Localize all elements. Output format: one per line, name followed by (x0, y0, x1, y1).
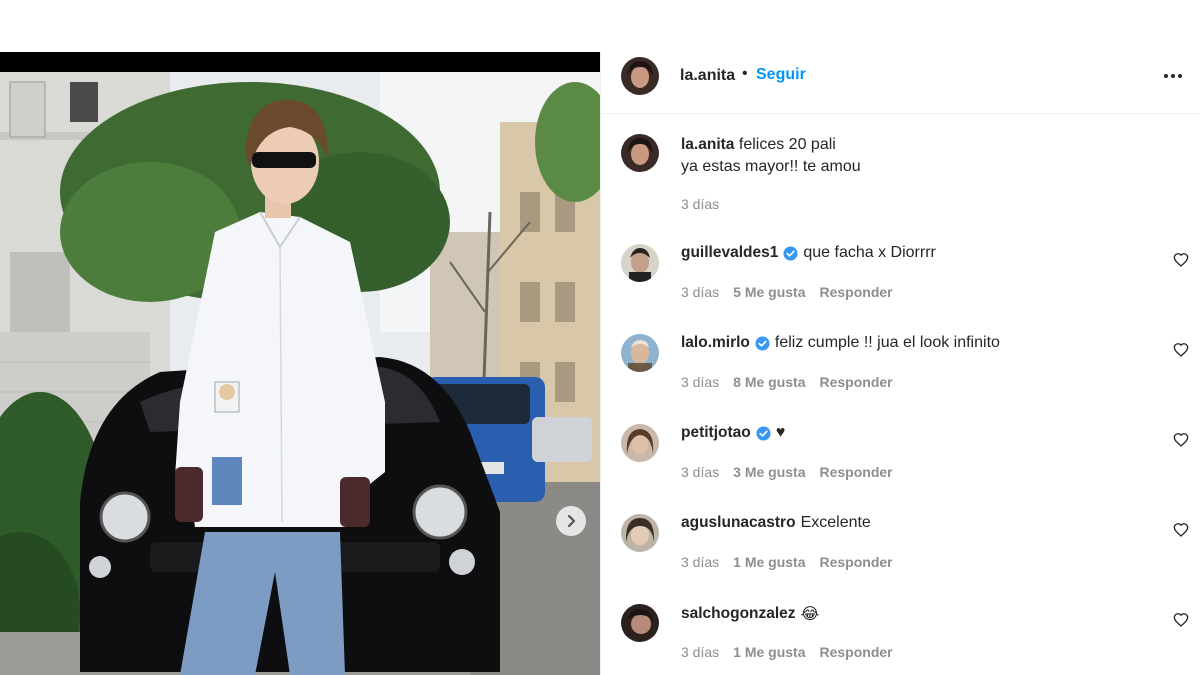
more-options-button[interactable] (1161, 64, 1185, 88)
comment-likes[interactable]: 3 Me gusta (733, 464, 805, 480)
comment-username[interactable]: salchogonzalez (681, 605, 796, 623)
reply-button[interactable]: Responder (820, 644, 893, 660)
comment-meta: 3 días 1 Me gusta Responder (681, 644, 893, 660)
commenter-avatar-image (621, 514, 659, 552)
comment-timestamp[interactable]: 3 días (681, 554, 719, 570)
comment-text: ♥ (775, 424, 786, 441)
comment-meta: 3 días 5 Me gusta Responder (681, 284, 893, 300)
post-photo-panel (0, 52, 600, 675)
like-heart-icon[interactable] (1173, 612, 1189, 628)
avatar[interactable] (621, 514, 659, 552)
caption-timestamp[interactable]: 3 días (681, 196, 719, 212)
avatar[interactable] (621, 604, 659, 642)
like-heart-icon[interactable] (1173, 522, 1189, 538)
comment-username[interactable]: guillevaldes1 (681, 244, 778, 262)
comment-timestamp[interactable]: 3 días (681, 284, 719, 300)
comment-text: 😂 (800, 606, 820, 623)
comment-timestamp[interactable]: 3 días (681, 374, 719, 390)
comment-meta: 3 días 8 Me gusta Responder (681, 374, 893, 390)
author-username[interactable]: la.anita (680, 67, 735, 85)
comment-text: que facha x Diorrrr (803, 244, 936, 261)
verified-badge-icon (756, 425, 771, 441)
author-avatar-image (621, 57, 659, 95)
comment-meta: 3 días 3 Me gusta Responder (681, 464, 893, 480)
verified-badge-icon (783, 245, 798, 261)
avatar[interactable] (621, 334, 659, 372)
follow-button[interactable]: Seguir (756, 66, 806, 84)
photo-letterbox-bar (0, 52, 600, 72)
comment-item: salchogonzalez 😂 3 días 1 Me gusta Respo… (601, 602, 1200, 675)
comment-item: lalo.mirlo feliz cumple !! jua el look i… (601, 332, 1200, 412)
comment-timestamp[interactable]: 3 días (681, 464, 719, 480)
comment-item: aguslunacastro Excelente 3 días 1 Me gus… (601, 512, 1200, 592)
reply-button[interactable]: Responder (820, 464, 893, 480)
comment-meta: 3 días 1 Me gusta Responder (681, 554, 893, 570)
avatar[interactable] (621, 244, 659, 282)
caption-text-block: la.anita felices 20 pali ya estas mayor!… (681, 134, 1161, 178)
verified-badge-icon (755, 335, 770, 351)
more-horizontal-icon (1164, 74, 1168, 78)
caption-text-line1: felices 20 pali (738, 136, 836, 153)
comment-likes[interactable]: 1 Me gusta (733, 554, 805, 570)
comment-item: petitjotao ♥ 3 días 3 Me gusta Responder (601, 422, 1200, 502)
comment-likes[interactable]: 5 Me gusta (733, 284, 805, 300)
like-heart-icon[interactable] (1173, 432, 1189, 448)
like-heart-icon[interactable] (1173, 342, 1189, 358)
like-heart-icon[interactable] (1173, 252, 1189, 268)
reply-button[interactable]: Responder (820, 284, 893, 300)
caption-text-line2: ya estas mayor!! te amou (681, 158, 861, 175)
commenter-avatar-image (621, 334, 659, 372)
commenter-avatar-image (621, 604, 659, 642)
post-photo (0, 72, 600, 675)
reply-button[interactable]: Responder (820, 374, 893, 390)
next-photo-button[interactable] (556, 506, 586, 536)
separator-dot: • (742, 65, 748, 82)
more-dot (1171, 74, 1175, 78)
post-header: la.anita • Seguir (601, 52, 1200, 114)
caption-username[interactable]: la.anita (681, 136, 734, 153)
chevron-right-icon (567, 514, 576, 528)
commenter-avatar-image (621, 424, 659, 462)
commenter-avatar-image (621, 244, 659, 282)
post-details-panel: la.anita • Seguir la.anita felices 20 pa… (600, 52, 1200, 675)
caption-avatar-image (621, 134, 659, 172)
more-dot (1178, 74, 1182, 78)
comment-likes[interactable]: 1 Me gusta (733, 644, 805, 660)
comment-text: Excelente (800, 514, 871, 531)
comment-text: feliz cumple !! jua el look infinito (774, 334, 1000, 351)
avatar[interactable] (621, 57, 659, 95)
avatar[interactable] (621, 424, 659, 462)
comment-username[interactable]: lalo.mirlo (681, 334, 750, 352)
comment-username[interactable]: aguslunacastro (681, 514, 796, 532)
reply-button[interactable]: Responder (820, 554, 893, 570)
avatar[interactable] (621, 134, 659, 172)
comment-item: guillevaldes1 que facha x Diorrrr 3 días… (601, 242, 1200, 322)
comment-username[interactable]: petitjotao (681, 424, 751, 442)
comment-likes[interactable]: 8 Me gusta (733, 374, 805, 390)
comment-timestamp[interactable]: 3 días (681, 644, 719, 660)
